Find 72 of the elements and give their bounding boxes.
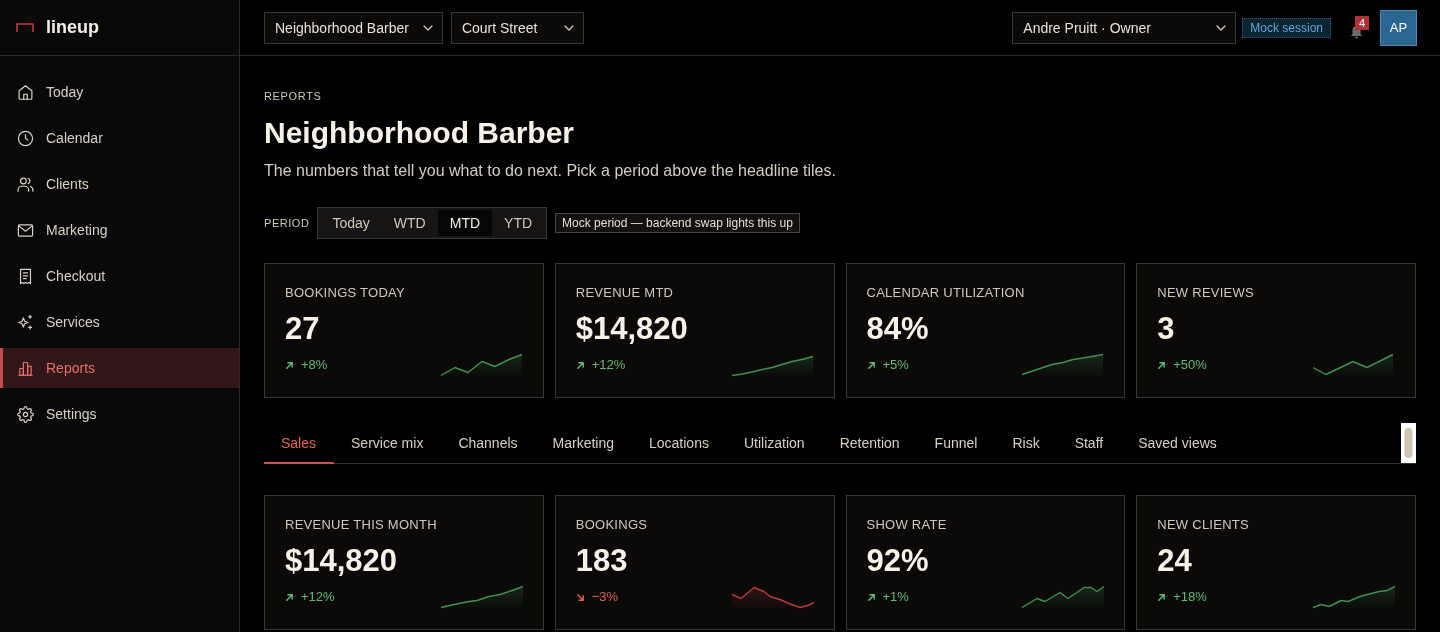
avatar-button[interactable]: AP	[1380, 9, 1417, 46]
metric-label: NEW REVIEWS	[1157, 285, 1254, 301]
metric-label: BOOKINGS TODAY	[285, 285, 405, 301]
sparkle-icon	[17, 313, 34, 331]
logo-icon	[16, 23, 34, 32]
metric-change: +12%	[591, 357, 626, 373]
report-tab[interactable]: Saved views	[1120, 423, 1235, 464]
metric-value: 3	[1157, 311, 1175, 347]
metric-change: +12%	[301, 589, 335, 605]
chevron-down-icon	[422, 24, 433, 31]
bar-chart-icon	[17, 359, 34, 377]
nav-item[interactable]: Services	[0, 302, 239, 342]
period-option[interactable]: Today	[320, 210, 382, 236]
chevron-down-icon	[563, 24, 574, 31]
report-tab[interactable]: Service mix	[333, 423, 441, 464]
metric-value: 27	[285, 311, 320, 347]
metric-change: +50%	[1173, 357, 1207, 373]
metric-value: 84%	[866, 311, 929, 347]
metric-label: BOOKINGS	[575, 517, 648, 533]
metric-value: $14,820	[285, 543, 398, 579]
metric-label: CALENDAR UTILIZATION	[866, 285, 1025, 301]
metric-label: NEW CLIENTS	[1157, 517, 1249, 533]
period-label: PERIOD	[264, 217, 310, 229]
nav-item[interactable]: Today	[0, 72, 239, 112]
metric-label: REVENUE MTD	[575, 285, 674, 301]
metric-label: REVENUE THIS MONTH	[285, 517, 437, 533]
nav-item[interactable]: Marketing	[0, 210, 239, 250]
nav-item[interactable]: Reports	[0, 348, 239, 388]
period-option[interactable]: WTD	[381, 210, 438, 236]
report-tab[interactable]: Funnel	[917, 423, 995, 464]
report-tab[interactable]: Locations	[631, 423, 727, 464]
nav-item[interactable]: Clients	[0, 164, 239, 204]
gear-icon	[17, 405, 34, 423]
logo-text: lineup	[46, 17, 99, 38]
report-tab[interactable]: Channels	[440, 423, 536, 464]
envelope-icon	[17, 221, 34, 239]
house-icon	[17, 83, 34, 101]
page-subtitle: The numbers that tell you what to do next. Pick a period above the headline tiles.	[264, 161, 837, 181]
report-tab[interactable]: Marketing	[535, 423, 632, 464]
nav-item[interactable]: Calendar	[0, 118, 239, 158]
period-option[interactable]: MTD	[437, 210, 493, 236]
scrollbar	[1401, 423, 1416, 463]
metric-value: $14,820	[575, 311, 688, 347]
metric-change: +18%	[1173, 589, 1207, 605]
metric-change: −3%	[591, 589, 619, 605]
page-title: Neighborhood Barber	[264, 115, 575, 151]
metric-change: +5%	[882, 357, 909, 373]
clock-icon	[17, 129, 34, 147]
business-dropdown[interactable]: Neighborhood Barber	[264, 11, 443, 44]
report-tab[interactable]: Retention	[822, 423, 918, 464]
page-eyebrow: REPORTS	[264, 89, 323, 103]
metric-value: 24	[1157, 543, 1192, 579]
report-tab[interactable]: Staff	[1057, 423, 1121, 464]
metric-label: SHOW RATE	[866, 517, 947, 533]
metric-value: 183	[575, 543, 628, 579]
period-option[interactable]: YTD	[492, 210, 545, 236]
metric-change: +8%	[301, 357, 328, 373]
nav-item[interactable]: Checkout	[0, 256, 239, 296]
report-tab[interactable]: Sales	[264, 423, 334, 464]
notification-count-badge: 4	[1355, 16, 1369, 30]
mock-period-note: Mock period — backend swap lights this up	[555, 213, 800, 233]
metric-value: 92%	[866, 543, 929, 579]
user-dropdown[interactable]: Andre Pruitt · Owner	[1012, 11, 1237, 44]
nav-item[interactable]: Settings	[0, 394, 239, 434]
people-icon	[17, 175, 34, 193]
metric-change: +1%	[882, 589, 909, 605]
receipt-icon	[17, 267, 34, 285]
session-badge: Mock session	[1242, 17, 1331, 38]
location-dropdown[interactable]: Court Street	[450, 11, 584, 44]
report-tab[interactable]: Risk	[994, 423, 1058, 464]
report-tab[interactable]: Utilization	[726, 423, 823, 464]
chevron-down-icon	[1216, 24, 1227, 31]
